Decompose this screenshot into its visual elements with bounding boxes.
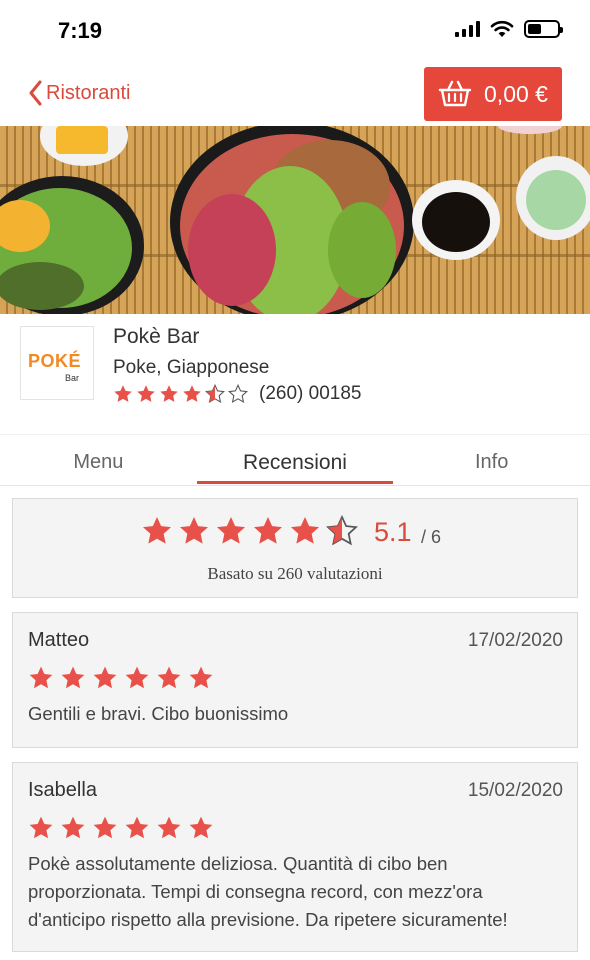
restaurant-header: POKÉ Bar Pokè Bar Poke, Giapponese (260)…: [0, 314, 590, 434]
restaurant-logo: POKÉ Bar: [20, 326, 94, 400]
logo-subtext: Bar: [65, 373, 80, 383]
star-full-icon: [61, 666, 85, 689]
star-full-icon: [29, 816, 53, 839]
summary-score: 5.1: [374, 517, 412, 547]
tab-info[interactable]: Info: [393, 435, 590, 485]
review-author: Matteo: [28, 629, 90, 651]
star-full-icon: [183, 385, 201, 402]
star-full-icon: [125, 666, 149, 689]
star-full-icon: [61, 816, 85, 839]
star-half-icon: [326, 515, 358, 546]
cellular-signal-icon: [455, 21, 480, 37]
review-date: 17/02/2020: [467, 630, 563, 651]
star-full-icon: [157, 816, 181, 839]
chevron-left-icon: [29, 80, 42, 106]
star-full-icon: [254, 517, 282, 544]
star-full-icon: [217, 517, 245, 544]
cart-button[interactable]: 0,00 €: [424, 67, 562, 121]
rating-count: (260) 00185: [259, 383, 362, 404]
star-full-icon: [160, 385, 178, 402]
rating-stars: [113, 384, 251, 404]
star-full-icon: [189, 816, 213, 839]
star-full-icon: [29, 666, 53, 689]
star-full-icon: [291, 517, 319, 544]
review-card: Isabella 15/02/2020 Pokè assolutamente d…: [12, 762, 578, 952]
wifi-icon: [490, 20, 514, 37]
review-card: Matteo 17/02/2020 Gentili e bravi. Cibo …: [12, 612, 578, 748]
restaurant-name: Pokè Bar: [113, 325, 200, 348]
star-full-icon: [143, 517, 171, 544]
basket-icon: [438, 80, 472, 107]
restaurant-cuisine: Poke, Giapponese: [113, 357, 270, 378]
back-label: Ristoranti: [46, 81, 131, 104]
star-full-icon: [93, 666, 117, 689]
battery-icon: [524, 20, 563, 38]
tab-bar: Menu Recensioni Info: [0, 434, 590, 486]
review-stars: [28, 815, 220, 841]
star-full-icon: [93, 816, 117, 839]
status-icons: [455, 20, 563, 38]
star-empty-icon: [228, 384, 248, 403]
review-author: Isabella: [28, 779, 97, 801]
back-button[interactable]: Ristoranti: [28, 80, 130, 106]
status-time: 7:19: [58, 18, 103, 43]
cart-total: 0,00 €: [484, 80, 548, 107]
star-full-icon: [125, 816, 149, 839]
star-half-icon: [205, 384, 225, 403]
rating-summary-card: 5.1 / 6 Basato su 260 valutazioni: [12, 498, 578, 598]
star-full-icon: [137, 385, 155, 402]
star-full-icon: [189, 666, 213, 689]
review-text: Pokè assolutamente deliziosa. Quantità d…: [28, 853, 508, 930]
summary-out-of: / 6: [421, 527, 442, 547]
summary-stars: [141, 515, 363, 547]
tab-reviews[interactable]: Recensioni: [196, 435, 394, 485]
nav-bar: Ristoranti 0,00 €: [0, 62, 590, 126]
star-full-icon: [114, 385, 132, 402]
review-date: 15/02/2020: [467, 780, 563, 801]
logo-text: POKÉ: [28, 351, 82, 371]
star-full-icon: [157, 666, 181, 689]
star-full-icon: [180, 517, 208, 544]
restaurant-cover-image: [0, 126, 590, 314]
tab-menu[interactable]: Menu: [0, 435, 197, 485]
restaurant-rating: (260) 00185: [113, 383, 361, 405]
status-bar: 7:19: [0, 0, 590, 62]
summary-basis: Basato su 260 valutazioni: [207, 564, 383, 583]
review-text: Gentili e bravi. Cibo buonissimo: [28, 703, 289, 724]
review-stars: [28, 665, 220, 691]
